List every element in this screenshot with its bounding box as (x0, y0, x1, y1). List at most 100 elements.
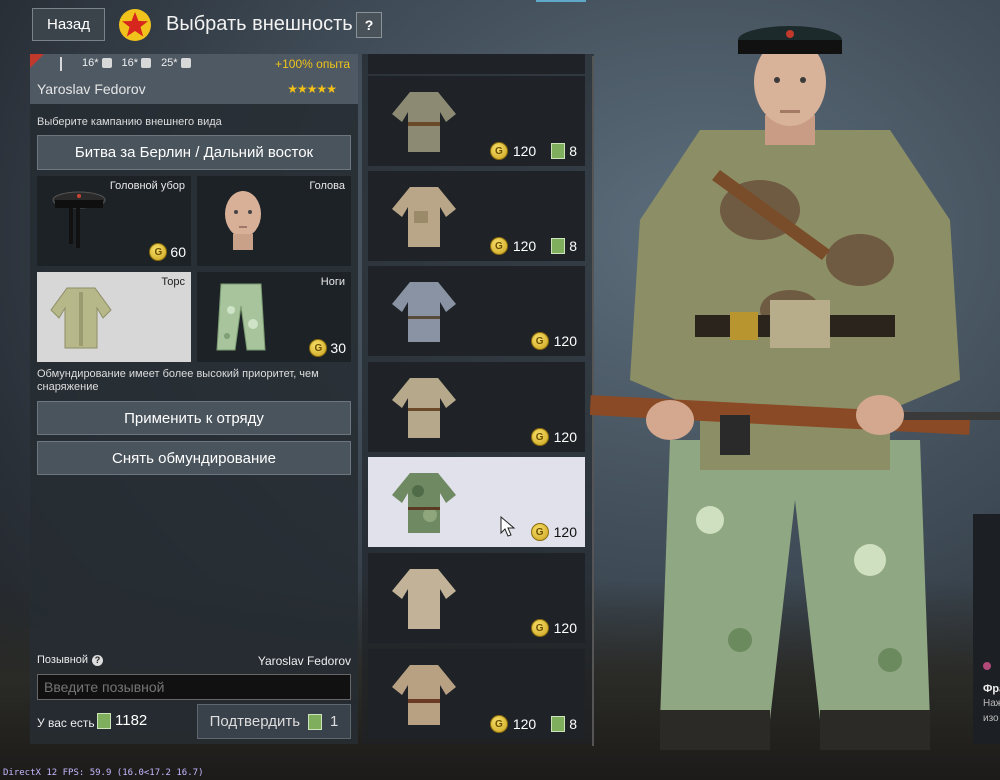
stat-value: 16* (82, 57, 99, 69)
jacket-icon (50, 287, 112, 349)
soldier-card[interactable]: 16* 16* 25* +100% опыта Yaroslav Fedorov… (30, 54, 358, 104)
item-price: G 120 (530, 619, 577, 637)
remove-uniform-button[interactable]: Снять обмундирование (37, 441, 351, 475)
red-star-icon (119, 9, 151, 41)
help-icon[interactable]: ? (92, 654, 104, 666)
jacket-icon (392, 569, 456, 629)
notification-icon (983, 662, 991, 670)
callsign-label-text: Позывной (37, 654, 89, 666)
slot-price: G 60 (149, 243, 186, 261)
wallet-label: У вас есть (37, 716, 95, 730)
ticket-icon (308, 713, 323, 730)
mouse-cursor-icon (500, 516, 516, 537)
item-price: G 120 8 (489, 142, 577, 160)
price-value: 30 (330, 340, 346, 356)
slot-label: Головной убор (109, 180, 185, 192)
slot-head[interactable]: Голова (197, 176, 351, 266)
ticket-price-value: 8 (569, 143, 577, 159)
campaign-select-button[interactable]: Битва за Берлин / Дальний восток (37, 135, 351, 170)
item-price: G 120 (530, 523, 577, 541)
head-icon (225, 191, 261, 250)
sailor-cap-icon (52, 191, 106, 248)
slot-torso[interactable]: Торс (37, 272, 191, 362)
wallet-balance: 1182 (97, 712, 147, 729)
jacket-icon (392, 187, 456, 247)
appearance-panel: 16* 16* 25* +100% опыта Yaroslav Fedorov… (30, 54, 358, 744)
slot-legs[interactable]: Ноги G 30 (197, 272, 351, 362)
gold-price: 120 (512, 716, 537, 732)
top-accent-line (536, 0, 586, 2)
ticket-price: 8 (551, 238, 577, 254)
gold-price: 120 (553, 524, 577, 540)
campaign-label: Выберите кампанию внешнего вида (37, 116, 222, 128)
back-button[interactable]: Назад (32, 8, 105, 41)
item-price: G 120 8 (489, 237, 577, 255)
item-card[interactable]: G 120 (368, 362, 585, 452)
confirm-button[interactable]: Подтвердить 1 (197, 704, 351, 739)
exp-bonus: +100% опыта (275, 57, 350, 71)
heart-icon (141, 58, 152, 68)
fps-counter: DirectX 12 FPS: 59.9 (16.0<17.2 16.7) (3, 768, 204, 778)
gold-coin-icon: G (309, 339, 328, 357)
rating-stars: ★★★★★ (287, 82, 337, 96)
gold-coin-icon: G (530, 428, 549, 446)
slot-label: Ноги (320, 276, 345, 288)
soldier-character-preview[interactable] (590, 20, 1000, 760)
ticket-icon (97, 712, 111, 729)
priority-note: Обмундирование имеет более высокий приор… (37, 368, 319, 393)
ticket-count: 1182 (115, 712, 148, 729)
ticket-price-value: 8 (569, 238, 577, 254)
gold-coin-icon: G (149, 243, 168, 261)
item-card[interactable] (368, 54, 585, 74)
item-card[interactable]: G 120 8 (368, 171, 585, 261)
camo-jacket-icon (392, 473, 456, 533)
torso-item-list[interactable]: G 120 8 G 120 8 G 120 G 120 G 120 G 120 … (362, 54, 594, 744)
item-price: G 120 8 (489, 715, 577, 733)
ticket-icon (551, 238, 566, 254)
ticket-price: 8 (551, 143, 577, 159)
stat-value: 16* (121, 57, 139, 69)
gold-coin-icon: G (489, 237, 508, 255)
help-button[interactable]: ? (356, 12, 382, 38)
jacket-icon (392, 378, 456, 438)
stat-1: 16* (82, 57, 112, 69)
jacket-icon (392, 282, 456, 342)
ticket-icon (551, 143, 566, 159)
gold-coin-icon: G (489, 715, 508, 733)
notification-text: Наж (983, 698, 1000, 709)
gold-price: 120 (553, 429, 577, 445)
notification-panel[interactable] (973, 514, 1000, 744)
slot-label: Торс (161, 276, 185, 288)
apply-to-squad-button[interactable]: Применить к отряду (37, 401, 351, 435)
callsign-label: Позывной ? (37, 654, 104, 666)
soldier-stats: 16* 16* 25* (82, 57, 191, 69)
gold-price: 120 (553, 333, 577, 349)
item-card-selected[interactable]: G 120 (368, 457, 585, 547)
jacket-icon (392, 665, 456, 725)
page-title: Выбрать внешность (166, 13, 353, 35)
price-value: 60 (170, 244, 186, 260)
soldier-name: Yaroslav Fedorov (37, 81, 146, 97)
item-card[interactable]: G 120 (368, 266, 585, 356)
notification-title: Фра (983, 683, 1000, 695)
stat-value: 25* (161, 57, 178, 69)
item-card[interactable]: G 120 (368, 553, 585, 643)
slot-price: G 30 (309, 339, 346, 357)
notification-text: изо (983, 713, 999, 724)
item-card[interactable]: G 120 8 (368, 76, 585, 166)
trousers-icon (216, 283, 266, 351)
gold-price: 120 (512, 238, 537, 254)
callsign-input[interactable] (37, 674, 351, 700)
gold-coin-icon: G (530, 523, 549, 541)
callsign-current: Yaroslav Fedorov (257, 654, 351, 668)
item-card[interactable]: G 120 8 (368, 649, 585, 739)
slot-headgear[interactable]: Головной убор G 60 (37, 176, 191, 266)
ticket-price: 8 (551, 716, 577, 732)
stat-2: 16* (122, 57, 152, 69)
item-price: G 120 (530, 428, 577, 446)
boot-icon (101, 58, 112, 68)
slot-label: Голова (309, 180, 345, 192)
item-price: G 120 (530, 332, 577, 350)
ammo-icon (180, 58, 191, 68)
rank-flag-icon (30, 54, 44, 68)
